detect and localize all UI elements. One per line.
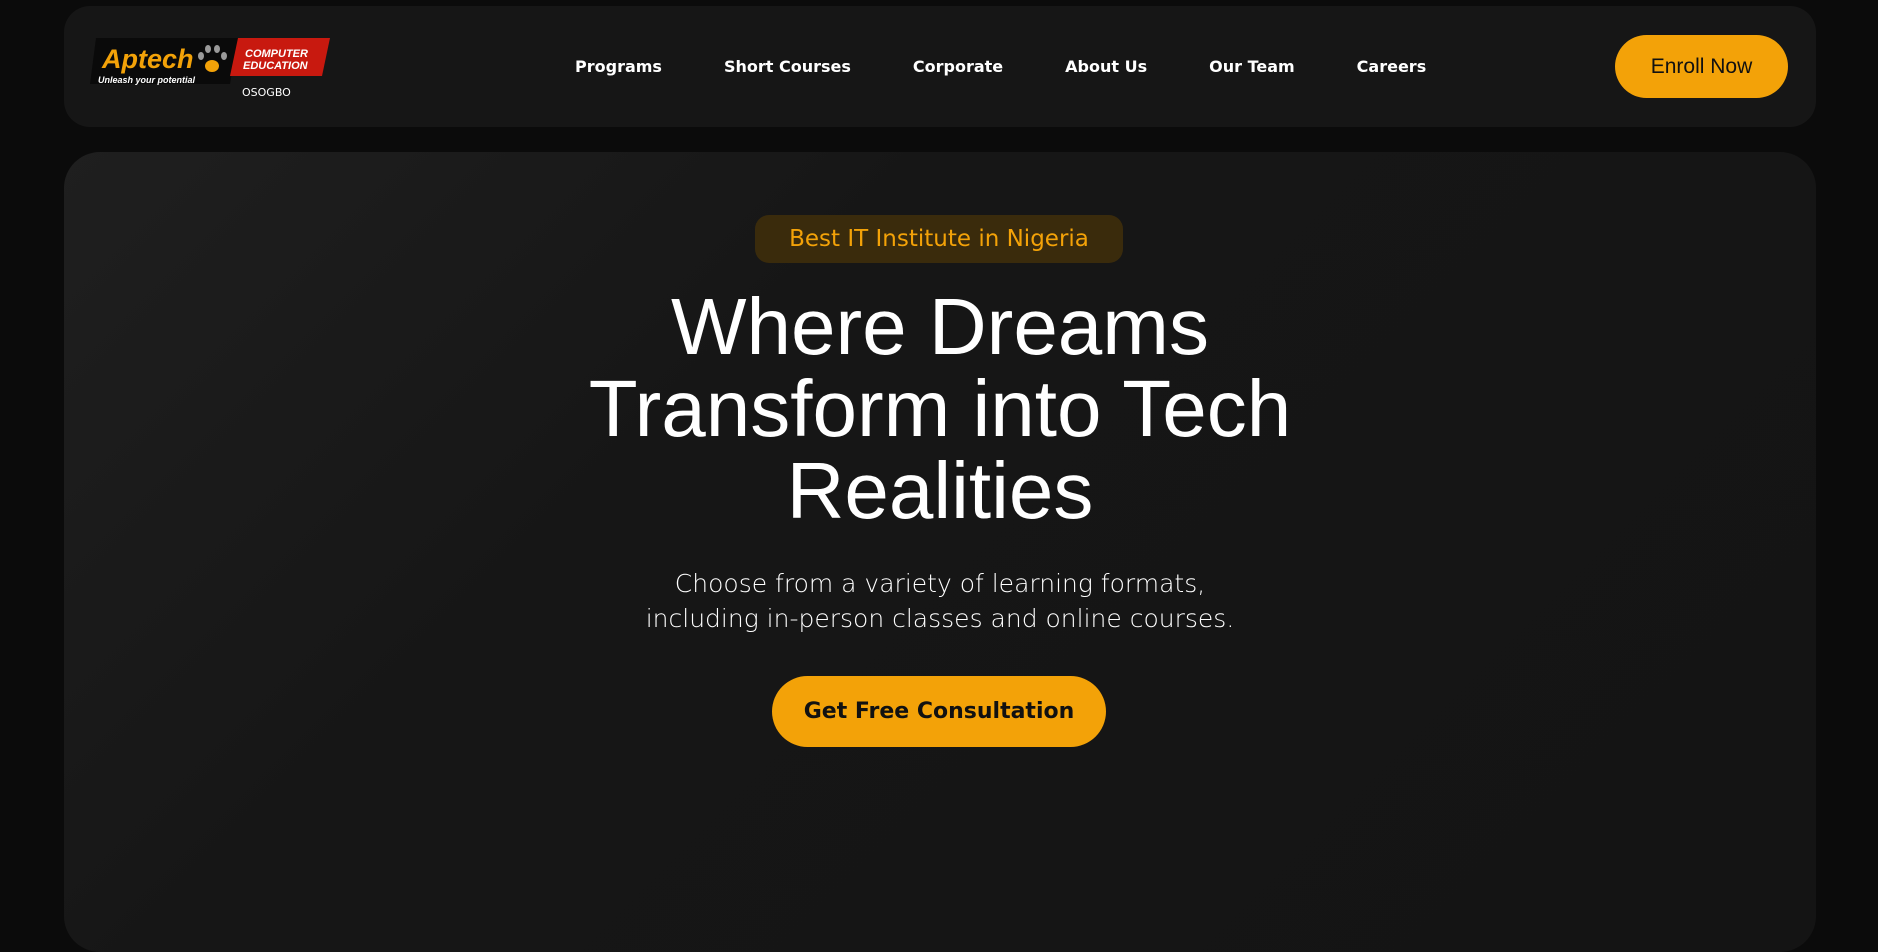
nav-about-us[interactable]: About Us: [1065, 57, 1147, 76]
get-free-consultation-button[interactable]: Get Free Consultation: [772, 676, 1106, 747]
nav-programs[interactable]: Programs: [575, 57, 662, 76]
hero-title-line-3: Realities: [786, 446, 1094, 535]
hero-title-line-1: Where Dreams: [671, 282, 1209, 371]
hero-subtitle: Choose from a variety of learning format…: [590, 566, 1290, 636]
hero-title: Where Dreams Transform into Tech Realiti…: [440, 286, 1440, 532]
logo-wordmark: Aptech: [101, 44, 194, 74]
hero-subtitle-line-2: including in-person classes and online c…: [645, 604, 1235, 633]
hero-title-line-2: Transform into Tech: [588, 364, 1292, 453]
aptech-logo[interactable]: Aptech Unleash your potential COMPUTER E…: [90, 36, 330, 104]
logo-tagline: Unleash your potential: [98, 75, 196, 85]
nav-our-team[interactable]: Our Team: [1209, 57, 1295, 76]
logo-badge-line1: COMPUTER: [245, 48, 308, 60]
hero-subtitle-line-1: Choose from a variety of learning format…: [674, 569, 1206, 598]
nav-short-courses[interactable]: Short Courses: [724, 57, 851, 76]
top-navbar: Aptech Unleash your potential COMPUTER E…: [64, 6, 1816, 127]
enroll-now-button[interactable]: Enroll Now: [1615, 35, 1788, 98]
hero-badge: Best IT Institute in Nigeria: [755, 215, 1123, 263]
logo-location: OSOGBO: [242, 86, 291, 99]
hero-section: Best IT Institute in Nigeria Where Dream…: [64, 152, 1816, 952]
logo-badge-line2: EDUCATION: [243, 60, 309, 72]
nav-corporate[interactable]: Corporate: [913, 57, 1003, 76]
main-nav: Programs Short Courses Corporate About U…: [575, 6, 1426, 127]
nav-careers[interactable]: Careers: [1357, 57, 1427, 76]
